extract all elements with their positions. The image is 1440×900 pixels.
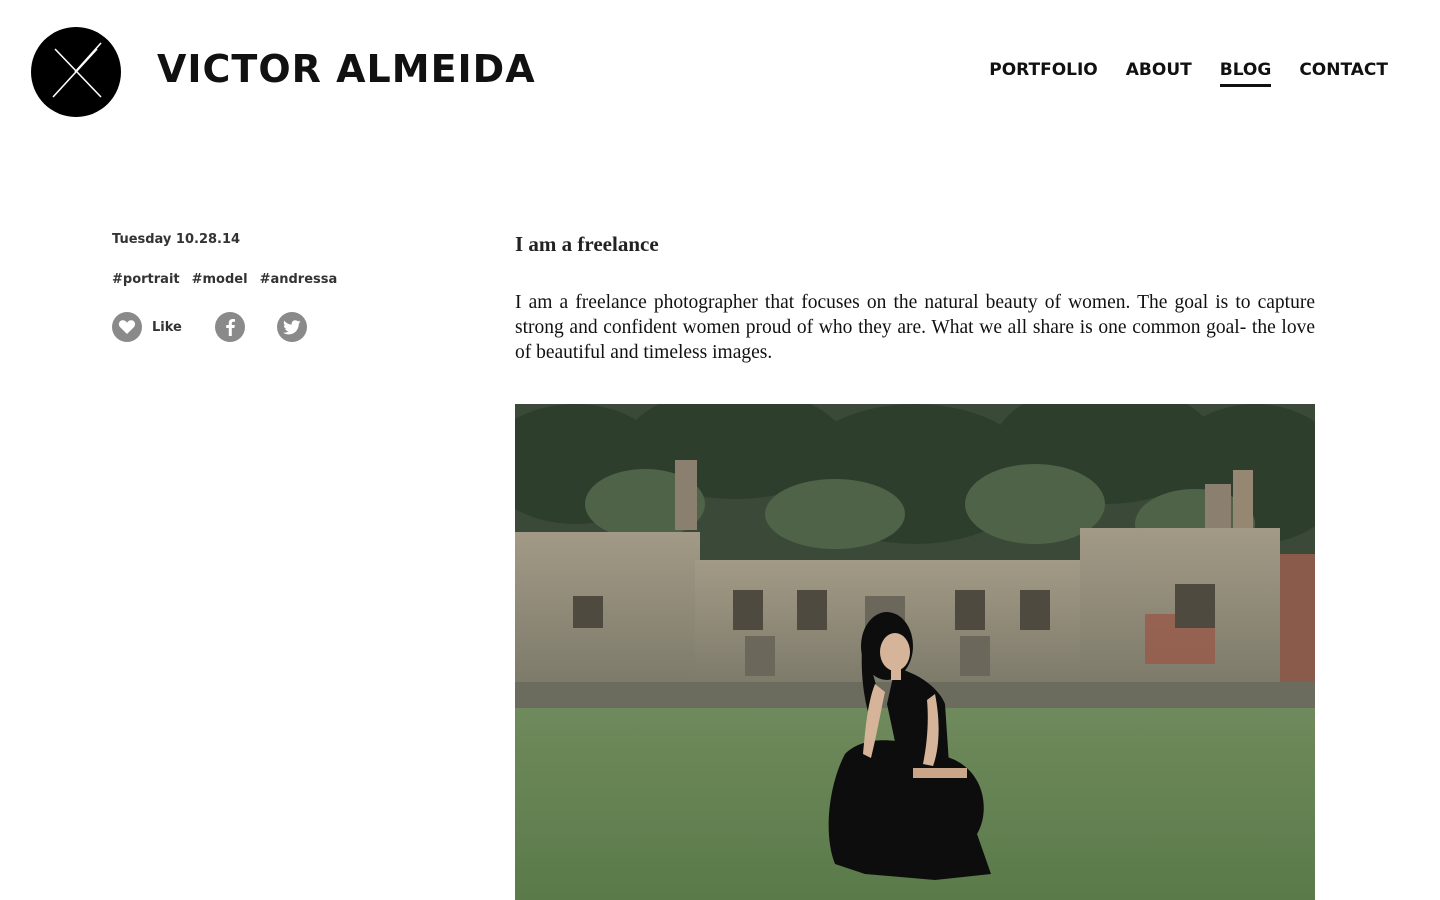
nav-portfolio[interactable]: PORTFOLIO [989, 58, 1098, 87]
post-title: I am a freelance [515, 232, 659, 256]
tag-list: #portrait #model #andressa [112, 270, 412, 290]
tag-andressa[interactable]: #andressa [260, 270, 338, 290]
twitter-icon[interactable] [276, 312, 307, 342]
social-actions: Like [112, 312, 412, 342]
nav-contact[interactable]: CONTACT [1299, 58, 1388, 87]
main-nav: PORTFOLIO ABOUT BLOG CONTACT [989, 58, 1388, 87]
tag-portrait[interactable]: #portrait [112, 270, 180, 290]
logo-x-icon[interactable] [31, 27, 121, 117]
post-article: I am a freelance I am a freelance photog… [515, 230, 1315, 365]
tag-model[interactable]: #model [192, 270, 248, 290]
site-header: VICTOR ALMEIDA PORTFOLIO ABOUT BLOG CONT… [0, 0, 1440, 140]
like-button[interactable]: Like [112, 312, 182, 342]
post-date: Tuesday 10.28.14 [112, 232, 241, 247]
post-photo[interactable] [515, 404, 1315, 900]
nav-about[interactable]: ABOUT [1126, 58, 1192, 87]
site-title[interactable]: VICTOR ALMEIDA [157, 46, 536, 92]
heart-icon [112, 312, 142, 342]
nav-blog[interactable]: BLOG [1219, 58, 1272, 87]
post-meta: Tuesday 10.28.14 #portrait #model #andre… [112, 230, 412, 342]
like-label: Like [152, 319, 182, 335]
post-body: I am a freelance photographer that focus… [515, 292, 1315, 363]
facebook-icon[interactable] [214, 312, 245, 342]
